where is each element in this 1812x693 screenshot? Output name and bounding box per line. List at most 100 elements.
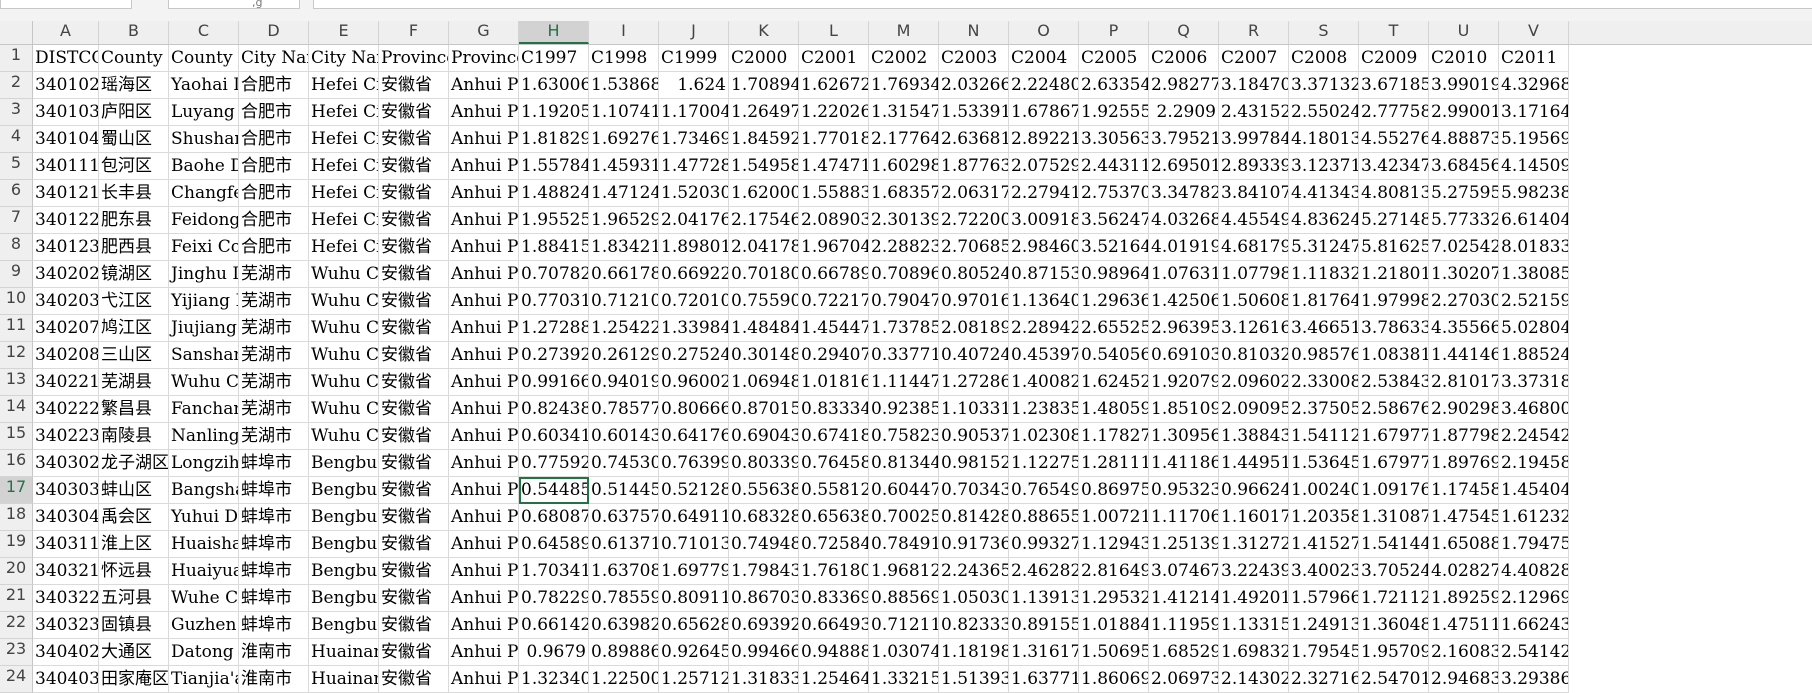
cell-g8[interactable]: Anhui Pro — [449, 234, 519, 261]
cell-l5[interactable]: 1.474717 — [799, 153, 869, 180]
cell-v11[interactable]: 5.028046 — [1499, 315, 1569, 342]
cell-m1[interactable]: C2002 — [869, 45, 939, 72]
cell-f3[interactable]: 安徽省 — [379, 99, 449, 126]
formula-input[interactable] — [313, 0, 1812, 9]
cell-r7[interactable]: 4.455496 — [1219, 207, 1289, 234]
cell-s24[interactable]: 2.327165 — [1289, 666, 1359, 693]
cell-g17[interactable]: Anhui Pro — [449, 477, 519, 504]
cell-a18[interactable]: 340304 — [33, 504, 99, 531]
cell-e20[interactable]: Bengbu Ci — [309, 558, 379, 585]
cell-k5[interactable]: 1.549583 — [729, 153, 799, 180]
cell-j11[interactable]: 1.33984 — [659, 315, 729, 342]
cell-a23[interactable]: 340402 — [33, 639, 99, 666]
cell-o20[interactable]: 2.462824 — [1009, 558, 1079, 585]
cell-f19[interactable]: 安徽省 — [379, 531, 449, 558]
cell-i17[interactable]: 0.514453 — [589, 477, 659, 504]
cell-d17[interactable]: 蚌埠市 — [239, 477, 309, 504]
cell-j22[interactable]: 0.65628 — [659, 612, 729, 639]
cell-n5[interactable]: 1.877636 — [939, 153, 1009, 180]
row-header[interactable]: 17 — [0, 477, 33, 504]
cell-f22[interactable]: 安徽省 — [379, 612, 449, 639]
cell-d19[interactable]: 蚌埠市 — [239, 531, 309, 558]
cell-j19[interactable]: 0.710139 — [659, 531, 729, 558]
cell-i15[interactable]: 0.601434 — [589, 423, 659, 450]
cell-h12[interactable]: 0.273923 — [519, 342, 589, 369]
cell-e2[interactable]: Hefei Cit — [309, 72, 379, 99]
cell-j23[interactable]: 0.926451 — [659, 639, 729, 666]
cell-c5[interactable]: Baohe Dis — [169, 153, 239, 180]
row-header[interactable]: 1 — [0, 45, 33, 72]
cell-r20[interactable]: 3.224395 — [1219, 558, 1289, 585]
cell-d21[interactable]: 蚌埠市 — [239, 585, 309, 612]
cell-g11[interactable]: Anhui Pro — [449, 315, 519, 342]
cell-l3[interactable]: 1.220263 — [799, 99, 869, 126]
cell-u20[interactable]: 4.028274 — [1429, 558, 1499, 585]
cell-m2[interactable]: 1.769345 — [869, 72, 939, 99]
cell-p22[interactable]: 1.018846 — [1079, 612, 1149, 639]
column-header-k[interactable]: K — [729, 21, 799, 44]
cell-u3[interactable]: 2.990014 — [1429, 99, 1499, 126]
cell-a13[interactable]: 340221 — [33, 369, 99, 396]
cell-n15[interactable]: 0.905371 — [939, 423, 1009, 450]
cell-d1[interactable]: City Name — [239, 45, 309, 72]
cell-j24[interactable]: 1.257127 — [659, 666, 729, 693]
column-header-q[interactable]: Q — [1149, 21, 1219, 44]
cell-q4[interactable]: 3.795217 — [1149, 126, 1219, 153]
cell-r19[interactable]: 1.312725 — [1219, 531, 1289, 558]
cell-q24[interactable]: 2.069735 — [1149, 666, 1219, 693]
column-header-a[interactable]: A — [33, 21, 99, 44]
cell-n23[interactable]: 1.181989 — [939, 639, 1009, 666]
cell-f15[interactable]: 安徽省 — [379, 423, 449, 450]
cell-f6[interactable]: 安徽省 — [379, 180, 449, 207]
cell-l21[interactable]: 0.833695 — [799, 585, 869, 612]
cell-o1[interactable]: C2004 — [1009, 45, 1079, 72]
cell-i10[interactable]: 0.712106 — [589, 288, 659, 315]
row-header[interactable]: 22 — [0, 612, 33, 639]
cell-q9[interactable]: 1.076318 — [1149, 261, 1219, 288]
cell-e19[interactable]: Bengbu Ci — [309, 531, 379, 558]
cell-d2[interactable]: 合肥市 — [239, 72, 309, 99]
cell-p21[interactable]: 1.295328 — [1079, 585, 1149, 612]
cell-k15[interactable]: 0.690436 — [729, 423, 799, 450]
cell-h1[interactable]: C1997 — [519, 45, 589, 72]
row-header[interactable]: 6 — [0, 180, 33, 207]
cell-f18[interactable]: 安徽省 — [379, 504, 449, 531]
cell-g21[interactable]: Anhui Pro — [449, 585, 519, 612]
cell-q1[interactable]: C2006 — [1149, 45, 1219, 72]
cell-o3[interactable]: 1.67867 — [1009, 99, 1079, 126]
cell-g20[interactable]: Anhui Pro — [449, 558, 519, 585]
cell-c7[interactable]: Feidong C — [169, 207, 239, 234]
row-header[interactable]: 2 — [0, 72, 33, 99]
cell-k20[interactable]: 1.798433 — [729, 558, 799, 585]
cell-h10[interactable]: 0.770316 — [519, 288, 589, 315]
cell-b20[interactable]: 怀远县 — [99, 558, 169, 585]
cell-p8[interactable]: 3.521648 — [1079, 234, 1149, 261]
cell-p14[interactable]: 1.480596 — [1079, 396, 1149, 423]
cell-p17[interactable]: 0.869753 — [1079, 477, 1149, 504]
cell-i4[interactable]: 1.692765 — [589, 126, 659, 153]
cell-e11[interactable]: Wuhu City — [309, 315, 379, 342]
cell-t24[interactable]: 2.547017 — [1359, 666, 1429, 693]
column-header-f[interactable]: F — [379, 21, 449, 44]
cell-b24[interactable]: 田家庵区 — [99, 666, 169, 693]
cell-h16[interactable]: 0.775929 — [519, 450, 589, 477]
cell-a6[interactable]: 340121 — [33, 180, 99, 207]
cell-a16[interactable]: 340302 — [33, 450, 99, 477]
row-header[interactable]: 9 — [0, 261, 33, 288]
cell-s21[interactable]: 1.579669 — [1289, 585, 1359, 612]
cell-l22[interactable]: 0.664932 — [799, 612, 869, 639]
cell-m20[interactable]: 1.968121 — [869, 558, 939, 585]
cell-c24[interactable]: Tianjia'a — [169, 666, 239, 693]
cell-f13[interactable]: 安徽省 — [379, 369, 449, 396]
cell-n22[interactable]: 0.823333 — [939, 612, 1009, 639]
cell-s10[interactable]: 1.817641 — [1289, 288, 1359, 315]
cell-l13[interactable]: 1.018166 — [799, 369, 869, 396]
cell-e18[interactable]: Bengbu Ci — [309, 504, 379, 531]
cell-h2[interactable]: 1.630068 — [519, 72, 589, 99]
row-header[interactable]: 3 — [0, 99, 33, 126]
cell-n18[interactable]: 0.814287 — [939, 504, 1009, 531]
cell-t12[interactable]: 1.08381 — [1359, 342, 1429, 369]
cell-f24[interactable]: 安徽省 — [379, 666, 449, 693]
cell-p18[interactable]: 1.007219 — [1079, 504, 1149, 531]
cell-r10[interactable]: 1.506087 — [1219, 288, 1289, 315]
